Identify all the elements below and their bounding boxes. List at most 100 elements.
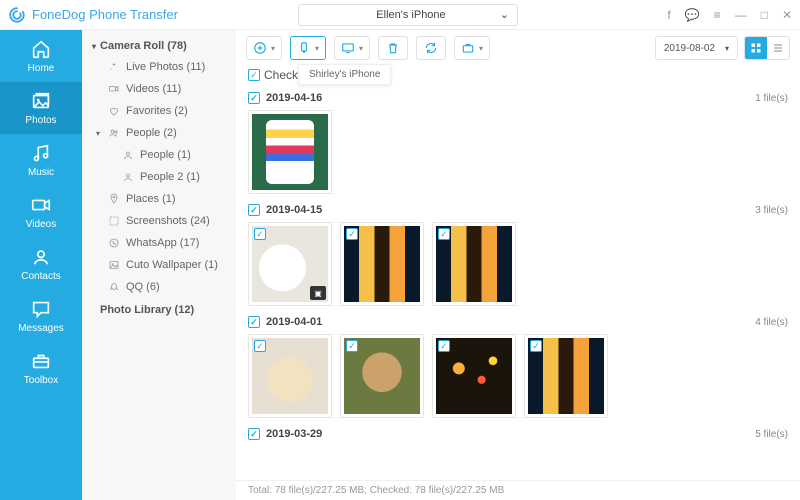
side-item-4[interactable]: People (1) (86, 144, 232, 166)
menu-icon[interactable]: ≡ (714, 8, 721, 22)
nav-sidebar: Home Photos MusicVideos Contacts Messages Too… (0, 30, 82, 500)
side-item-0[interactable]: Live Photos (11) (86, 56, 232, 78)
group-checkbox[interactable]: ✓ (248, 316, 260, 328)
list-view-button[interactable] (767, 37, 789, 59)
side-item-6[interactable]: Places (1) (86, 188, 232, 210)
close-icon[interactable]: ✕ (782, 8, 792, 22)
trash-icon (386, 41, 400, 55)
group-checkbox[interactable]: ✓ (248, 204, 260, 216)
whatsapp-icon (108, 237, 120, 249)
to-pc-button[interactable]: ▾ (334, 36, 370, 60)
check-all-checkbox[interactable]: ✓ (248, 69, 260, 81)
facebook-icon[interactable]: f (667, 8, 670, 22)
group-header[interactable]: ✓2019-04-014 file(s) (248, 316, 788, 328)
to-device-button[interactable]: ▾ (290, 36, 326, 60)
side-item-7[interactable]: Screenshots (24) (86, 210, 232, 232)
side-item-9[interactable]: Cuto Wallpaper (1) (86, 254, 232, 276)
photo-thumb[interactable]: ✓ (524, 334, 608, 418)
thumb-checkbox[interactable]: ✓ (254, 340, 266, 352)
minimize-icon[interactable]: — (735, 8, 747, 22)
photo-thumb[interactable]: ✓ (248, 334, 332, 418)
nav-label: Contacts (21, 271, 60, 282)
device-selector[interactable]: Ellen's iPhone ⌄ (298, 4, 518, 26)
group-checkbox[interactable]: ✓ (248, 92, 260, 104)
home-icon (30, 38, 52, 60)
chevron-down-icon: ⌄ (500, 8, 509, 21)
photo-thumb[interactable]: ✓▣ (248, 222, 332, 306)
side-label: QQ (6) (126, 281, 160, 293)
group-date: 2019-03-29 (266, 428, 322, 440)
side-item-2[interactable]: Favorites (2) (86, 100, 232, 122)
camera-roll-label: Camera Roll (78) (100, 40, 187, 52)
photo-thumb[interactable]: ✓ (340, 222, 424, 306)
group-header[interactable]: ✓2019-04-161 file(s) (248, 92, 788, 104)
pin-icon (108, 193, 120, 205)
thumb-checkbox[interactable]: ✓ (438, 340, 450, 352)
people-icon (108, 127, 120, 139)
thumb-image (252, 114, 328, 190)
nav-photos[interactable]: Photos (0, 82, 82, 134)
thumb-row: ✓▣✓✓ (248, 222, 788, 306)
nav-label: Home (28, 63, 55, 74)
side-item-1[interactable]: Videos (11) (86, 78, 232, 100)
video-badge-icon: ▣ (310, 286, 326, 300)
group-checkbox[interactable]: ✓ (248, 428, 260, 440)
grid-view-button[interactable] (745, 37, 767, 59)
side-item-8[interactable]: WhatsApp (17) (86, 232, 232, 254)
thumb-checkbox[interactable]: ✓ (530, 340, 542, 352)
nav-contacts[interactable]: Contacts (0, 238, 82, 290)
refresh-button[interactable] (416, 36, 446, 60)
group-header[interactable]: ✓ 2019-03-29 5 file(s) (248, 428, 788, 440)
title-bar: FoneDog Phone Transfer Ellen's iPhone ⌄ … (0, 0, 800, 30)
app-title: FoneDog Phone Transfer (32, 7, 178, 22)
photo-thumb[interactable]: ✓ (248, 110, 332, 194)
photo-thumb[interactable]: ✓ (432, 222, 516, 306)
nav-messages[interactable]: Messages (0, 290, 82, 342)
app-logo: FoneDog Phone Transfer (8, 6, 178, 24)
maximize-icon[interactable]: □ (761, 8, 768, 22)
heart-icon (108, 105, 120, 117)
nav-music[interactable]: Music (0, 134, 82, 186)
side-label: Screenshots (24) (126, 215, 210, 227)
photo-library-header[interactable]: Photo Library (12) (86, 298, 232, 322)
add-button[interactable]: ▾ (246, 36, 282, 60)
screenshot-icon (108, 215, 120, 227)
tooltip: Shirley's iPhone (298, 64, 391, 85)
date-picker[interactable]: 2019-08-02 ▾ (655, 36, 738, 60)
chevron-down-icon: ▾ (479, 44, 483, 53)
side-item-3[interactable]: ▾People (2) (86, 122, 232, 144)
side-label: People 2 (1) (140, 171, 200, 183)
side-item-5[interactable]: People 2 (1) (86, 166, 232, 188)
photo-thumb[interactable]: ✓ (432, 334, 516, 418)
nav-label: Photos (25, 115, 56, 126)
view-toggle (744, 36, 790, 60)
window-controls: f 💬 ≡ — □ ✕ (667, 8, 792, 22)
more-button[interactable]: ▾ (454, 36, 490, 60)
nav-home[interactable]: Home (0, 30, 82, 82)
chevron-down-icon: ▾ (359, 44, 363, 53)
feedback-icon[interactable]: 💬 (685, 8, 700, 22)
group-header[interactable]: ✓2019-04-153 file(s) (248, 204, 788, 216)
to-pc-icon (341, 41, 355, 55)
dropdown-icon: ▾ (725, 44, 729, 53)
group-date: 2019-04-16 (266, 92, 322, 104)
group-count: 5 file(s) (755, 429, 788, 440)
side-item-10[interactable]: QQ (6) (86, 276, 232, 298)
nav-label: Toolbox (24, 375, 58, 386)
thumb-checkbox[interactable]: ✓ (254, 228, 266, 240)
person-icon (122, 171, 134, 183)
delete-button[interactable] (378, 36, 408, 60)
side-label: Favorites (2) (126, 105, 188, 117)
side-label: Videos (11) (126, 83, 181, 95)
person-icon (122, 149, 134, 161)
nav-videos[interactable]: Videos (0, 186, 82, 238)
refresh-icon (424, 41, 438, 55)
thumb-checkbox[interactable]: ✓ (346, 340, 358, 352)
photo-thumb[interactable]: ✓ (340, 334, 424, 418)
photo-group: ✓2019-04-014 file(s)✓✓✓✓ (248, 316, 788, 418)
thumb-checkbox[interactable]: ✓ (346, 228, 358, 240)
thumb-checkbox[interactable]: ✓ (438, 228, 450, 240)
camera-roll-header[interactable]: ▾Camera Roll (78) (86, 36, 232, 56)
thumb-row: ✓ (248, 110, 788, 194)
nav-toolbox[interactable]: Toolbox (0, 342, 82, 394)
